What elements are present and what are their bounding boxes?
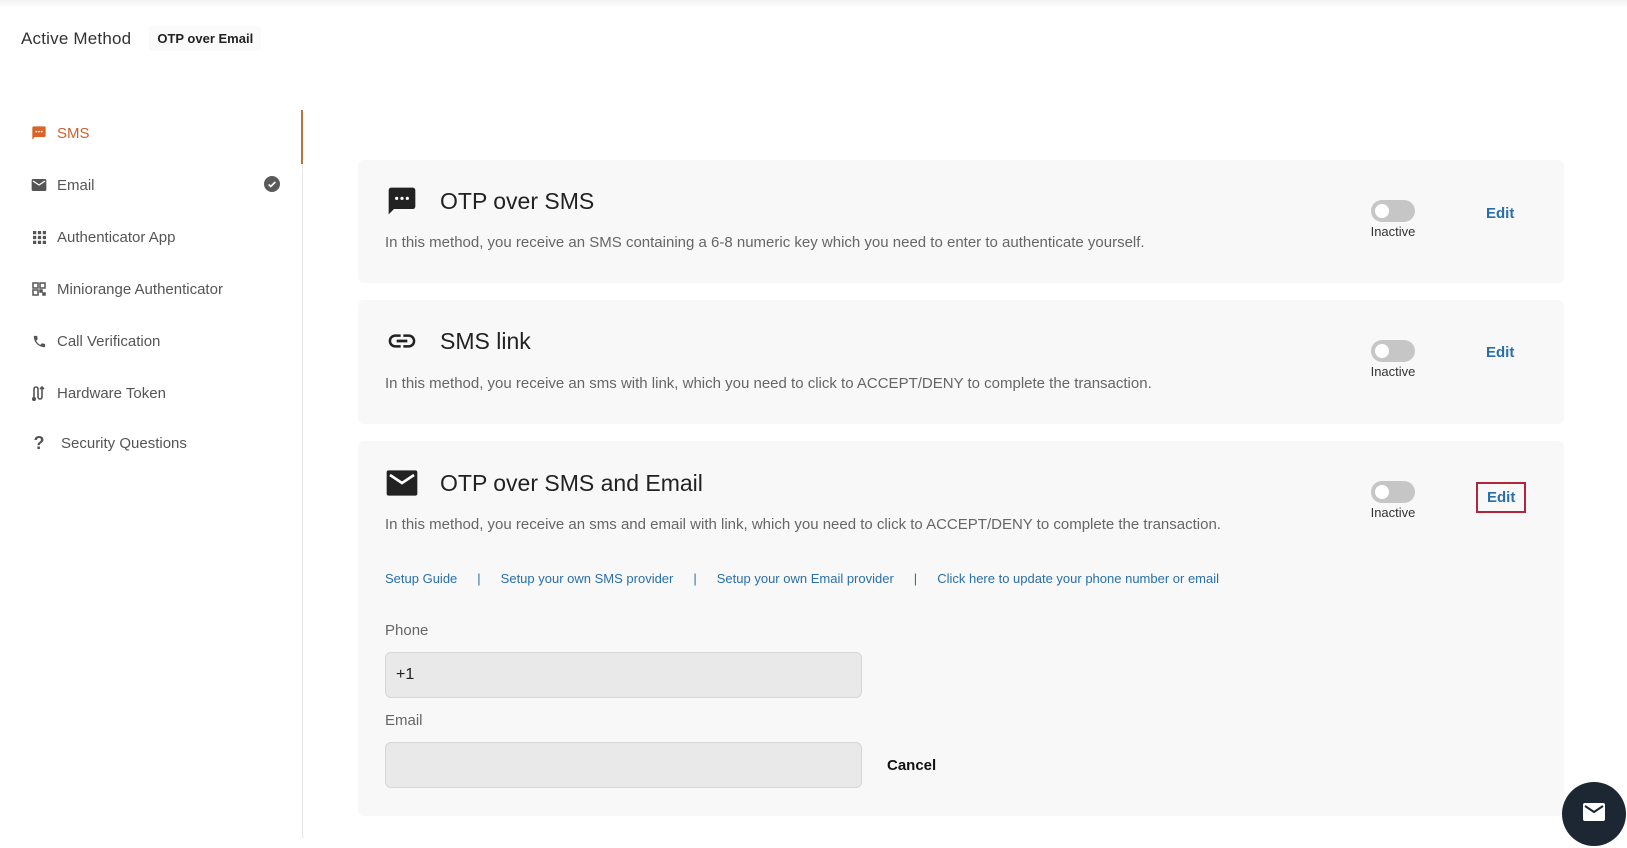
- status-toggle[interactable]: [1371, 481, 1415, 503]
- phone-input[interactable]: [385, 652, 862, 698]
- card-title-row: SMS link: [386, 325, 531, 357]
- chat-icon: [386, 185, 418, 217]
- setup-guide-link[interactable]: Setup Guide: [385, 571, 457, 586]
- active-method: Active Method OTP over Email: [21, 26, 262, 51]
- method-card-otp-over-sms: OTP over SMS In this method, you receive…: [358, 160, 1564, 283]
- method-card-sms-link: SMS link In this method, you receive an …: [358, 300, 1564, 424]
- setup-sms-provider-link[interactable]: Setup your own SMS provider: [501, 571, 674, 586]
- sidebar-item-label: Email: [57, 176, 95, 194]
- sidebar-item-authenticator-app[interactable]: Authenticator App: [30, 225, 280, 249]
- grid-icon: [30, 228, 48, 246]
- status-toggle[interactable]: [1371, 200, 1415, 222]
- edit-button[interactable]: Edit: [1475, 482, 1527, 513]
- sidebar-item-email[interactable]: Email: [30, 173, 280, 197]
- method-card-otp-over-sms-and-email: OTP over SMS and Email In this method, y…: [358, 441, 1564, 816]
- email-label: Email: [385, 712, 423, 729]
- method-description: In this method, you receive an SMS conta…: [385, 234, 1145, 251]
- sidebar-item-label: Call Verification: [57, 332, 161, 350]
- update-contact-link[interactable]: Click here to update your phone number o…: [937, 571, 1219, 586]
- verified-check-icon: [264, 176, 280, 192]
- card-title-row: OTP over SMS and Email: [386, 467, 703, 499]
- active-indicator: [301, 110, 303, 164]
- status-label: Inactive: [1370, 505, 1416, 520]
- top-bar: [0, 0, 1627, 8]
- status-toggle-group: Inactive: [1363, 481, 1423, 520]
- method-description: In this method, you receive an sms with …: [385, 375, 1152, 392]
- email-input[interactable]: [385, 742, 862, 788]
- sidebar-item-label: Hardware Token: [57, 384, 166, 402]
- link-separator: |: [477, 571, 481, 586]
- qr-icon: [30, 280, 48, 298]
- phone-label: Phone: [385, 622, 429, 639]
- setup-email-provider-link[interactable]: Setup your own Email provider: [717, 571, 894, 586]
- hardware-token-icon: [30, 384, 48, 402]
- status-label: Inactive: [1370, 364, 1416, 379]
- active-method-badge: OTP over Email: [149, 26, 262, 51]
- contact-support-button[interactable]: [1562, 782, 1626, 846]
- card-title-row: OTP over SMS: [386, 185, 594, 217]
- sms-icon: [30, 124, 48, 142]
- mail-icon: [1582, 802, 1606, 827]
- sidebar-item-label: Miniorange Authenticator: [57, 280, 223, 298]
- sidebar-item-label: Authenticator App: [57, 228, 176, 246]
- toggle-knob: [1375, 485, 1389, 499]
- sidebar-item-miniorange-authenticator[interactable]: Miniorange Authenticator: [30, 277, 280, 301]
- status-toggle-group: Inactive: [1363, 340, 1423, 379]
- method-title: OTP over SMS and Email: [440, 469, 703, 496]
- link-separator: |: [693, 571, 697, 586]
- status-label: Inactive: [1370, 224, 1416, 239]
- phone-icon: [30, 332, 48, 350]
- help-links: Setup Guide | Setup your own SMS provide…: [385, 571, 1219, 586]
- method-description: In this method, you receive an sms and e…: [385, 516, 1221, 533]
- email-icon: [30, 176, 48, 194]
- question-icon: ?: [33, 432, 45, 453]
- status-toggle-group: Inactive: [1363, 200, 1423, 239]
- method-title: SMS link: [440, 327, 531, 354]
- toggle-knob: [1375, 204, 1389, 218]
- sidebar-item-label: Security Questions: [61, 434, 187, 452]
- cancel-button[interactable]: Cancel: [887, 757, 936, 774]
- link-icon: [386, 325, 418, 357]
- active-method-label: Active Method: [21, 28, 132, 48]
- envelope-icon: [386, 467, 418, 499]
- link-separator: |: [913, 571, 918, 586]
- sidebar-item-label: SMS: [57, 124, 90, 142]
- toggle-knob: [1375, 344, 1389, 358]
- status-toggle[interactable]: [1371, 340, 1415, 362]
- sidebar-item-call-verification[interactable]: Call Verification: [30, 329, 280, 353]
- edit-button[interactable]: Edit: [1476, 199, 1524, 228]
- edit-button[interactable]: Edit: [1476, 338, 1524, 367]
- sidebar-item-sms[interactable]: SMS: [30, 121, 280, 145]
- method-title: OTP over SMS: [440, 187, 595, 214]
- sidebar-item-security-questions[interactable]: ? Security Questions: [30, 431, 280, 455]
- sidebar: SMS Email Authenticator App Miniorange A…: [0, 110, 303, 838]
- sidebar-item-hardware-token[interactable]: Hardware Token: [30, 381, 280, 405]
